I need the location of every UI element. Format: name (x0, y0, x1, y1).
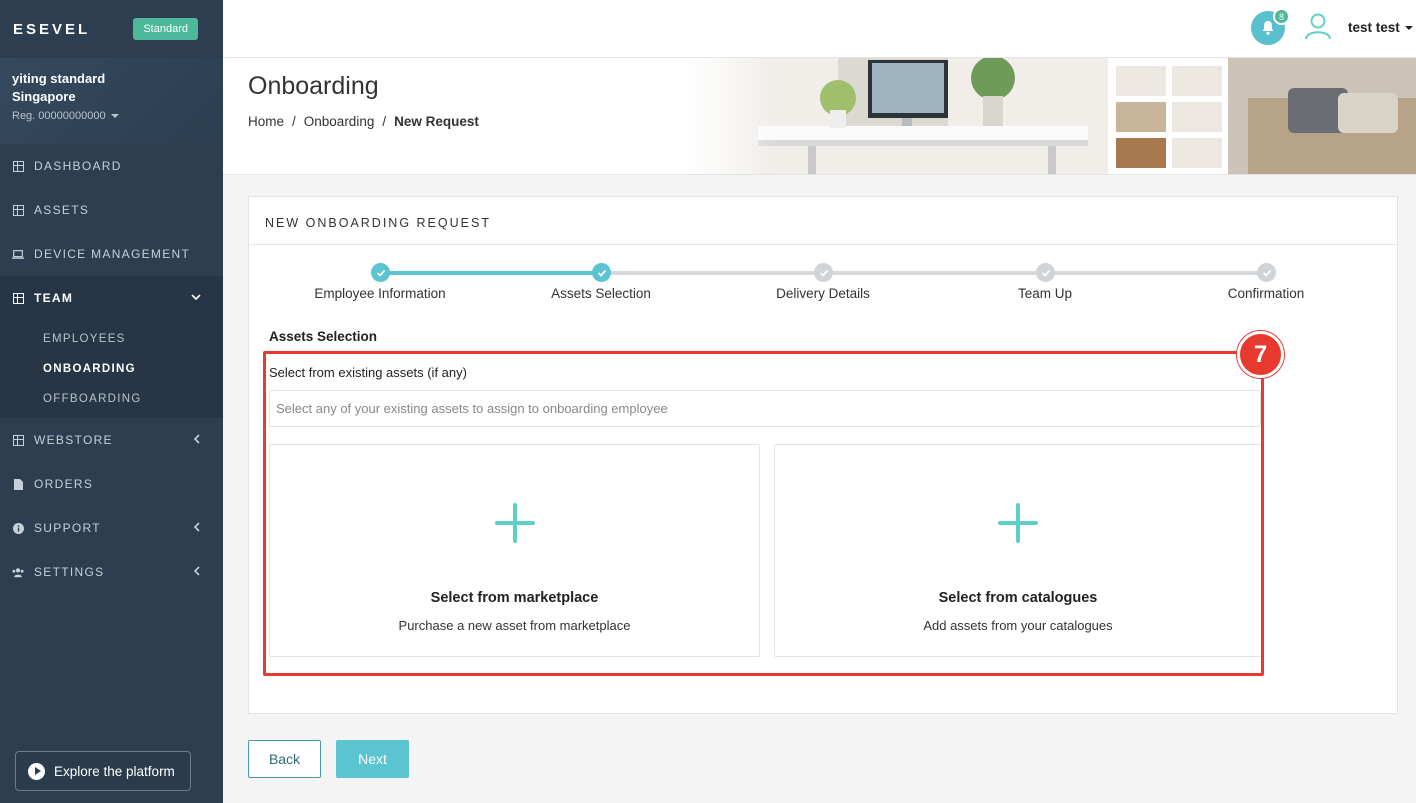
sidebar-item-device-management[interactable]: DEVICE MANAGEMENT (0, 232, 223, 276)
users-icon (12, 566, 24, 578)
bell-icon (1262, 21, 1274, 35)
explore-label: Explore the platform (54, 763, 175, 779)
chevron-left-icon (193, 433, 201, 447)
sidebar-item-label: SUPPORT (34, 521, 101, 535)
sidebar-item-support[interactable]: SUPPORT (0, 506, 223, 550)
plan-badge: Standard (133, 18, 198, 40)
breadcrumb-home[interactable]: Home (248, 114, 284, 129)
user-menu[interactable]: test test (1348, 20, 1413, 35)
chevron-left-icon (193, 521, 201, 535)
chevron-down-icon (191, 292, 201, 304)
org-reg-text: Reg. 00000000000 (12, 110, 106, 122)
step-label-assets-selection: Assets Selection (551, 286, 651, 301)
grid-icon (12, 160, 24, 172)
step-4-check-icon (1036, 263, 1055, 282)
team-subnav: EMPLOYEES ONBOARDING OFFBOARDING (0, 320, 223, 418)
breadcrumb-onboarding[interactable]: Onboarding (304, 114, 375, 129)
office-banner-image (688, 58, 1416, 174)
step-label-employee-information: Employee Information (314, 286, 446, 301)
sidebar-item-label: DASHBOARD (34, 159, 122, 173)
sidebar-item-assets[interactable]: ASSETS (0, 188, 223, 232)
sidebar-item-dashboard[interactable]: DASHBOARD (0, 144, 223, 188)
sidebar-item-orders[interactable]: ORDERS (0, 462, 223, 506)
caret-down-icon (110, 114, 119, 119)
user-avatar-icon[interactable] (1303, 11, 1333, 41)
next-button[interactable]: Next (336, 740, 409, 778)
explore-platform-button[interactable]: Explore the platform (15, 751, 191, 791)
org-reg: Reg. 00000000000 (12, 110, 211, 122)
sidebar-item-label: ORDERS (34, 477, 94, 491)
topbar: 8 test test (223, 0, 1416, 58)
breadcrumb: Home / Onboarding / New Request (248, 114, 479, 129)
progress-stepper: Employee Information Assets Selection De… (249, 261, 1399, 311)
brand-row: ESEVEL Standard (0, 0, 223, 58)
play-icon (28, 762, 45, 780)
back-button[interactable]: Back (248, 740, 321, 778)
info-icon (12, 522, 24, 534)
sidebar-item-label: ASSETS (34, 203, 90, 217)
notification-count-badge: 8 (1273, 8, 1290, 25)
sidebar-item-settings[interactable]: SETTINGS (0, 550, 223, 594)
sidebar-subitem-employees[interactable]: EMPLOYEES (0, 324, 223, 354)
step-2-check-icon (592, 263, 611, 282)
sidebar-subitem-onboarding[interactable]: ONBOARDING (0, 354, 223, 384)
step-label-confirmation: Confirmation (1227, 286, 1305, 301)
org-name-line2: Singapore (12, 89, 76, 104)
grid-icon (12, 204, 24, 216)
sidebar-item-label: SETTINGS (34, 565, 105, 579)
step-label-team-up: Team Up (1017, 286, 1073, 301)
sidebar-item-label: TEAM (34, 291, 74, 305)
brand-logo[interactable]: ESEVEL (13, 21, 90, 38)
sidebar-item-team[interactable]: TEAM (0, 276, 223, 320)
org-switcher[interactable]: yiting standard Singapore Reg. 000000000… (0, 58, 223, 144)
laptop-icon (12, 248, 24, 260)
sidebar-item-webstore[interactable]: WEBSTORE (0, 418, 223, 462)
org-name-line1: yiting standard (12, 71, 106, 86)
tutorial-highlight-box (263, 351, 1264, 676)
document-icon (12, 478, 24, 490)
step-5-check-icon (1257, 263, 1276, 282)
breadcrumb-current: New Request (394, 114, 479, 129)
tutorial-step-badge: 7 (1237, 331, 1284, 378)
card-title: NEW ONBOARDING REQUEST (249, 197, 1397, 245)
chevron-left-icon (193, 565, 201, 579)
grid-icon (12, 292, 24, 304)
section-title: Assets Selection (269, 329, 378, 344)
step-3-check-icon (814, 263, 833, 282)
sidebar-item-label: WEBSTORE (34, 433, 113, 447)
grid-icon (12, 434, 24, 446)
stepper-line-pending (601, 271, 1267, 275)
step-label-delivery-details: Delivery Details (776, 286, 870, 301)
caret-down-icon (1404, 26, 1413, 31)
sidebar-item-label: DEVICE MANAGEMENT (34, 247, 191, 261)
sidebar: ESEVEL Standard yiting standard Singapor… (0, 0, 223, 803)
step-1-check-icon (371, 263, 390, 282)
page-title: Onboarding (248, 72, 379, 100)
sidebar-subitem-offboarding[interactable]: OFFBOARDING (0, 384, 223, 414)
user-name-text: test test (1348, 20, 1400, 35)
page-header: Onboarding Home / Onboarding / New Request (223, 58, 1416, 175)
stepper-line-done (380, 271, 601, 275)
